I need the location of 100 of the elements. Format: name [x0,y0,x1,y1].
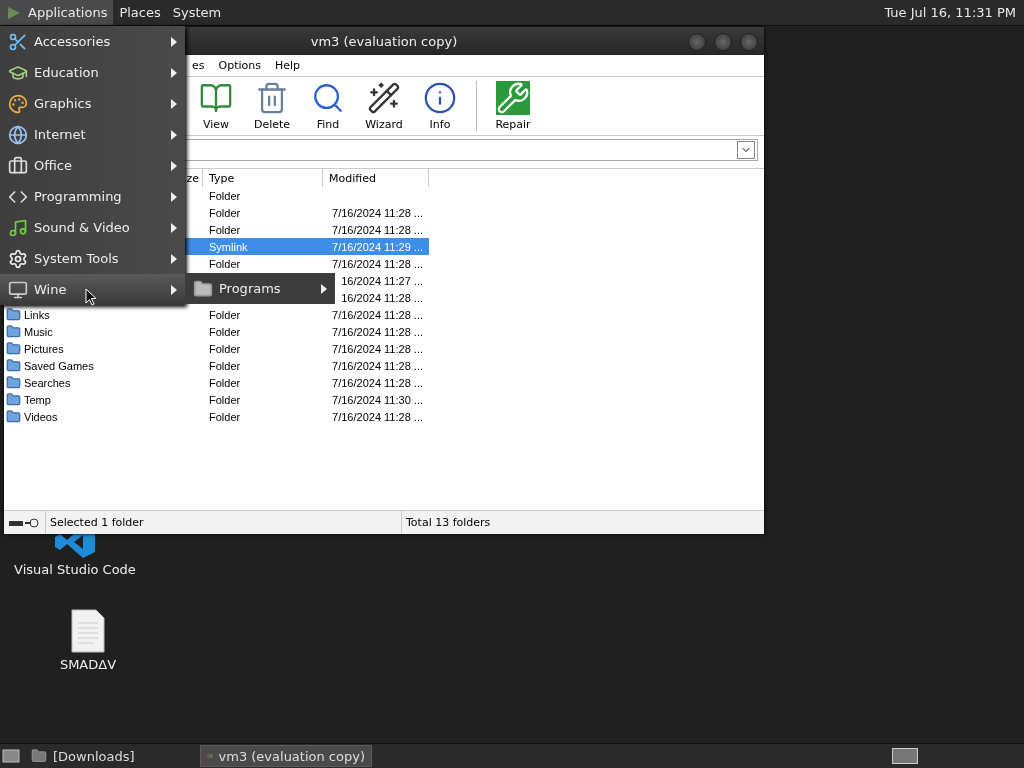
file-type: Folder [209,308,241,321]
menu-item[interactable]: Education [0,57,185,88]
modified-date: 7/16/2024 11:28 ... [332,206,423,219]
file-type: Symlink [209,240,248,253]
file-type: Folder [209,359,241,372]
show-desktop-icon[interactable] [2,748,20,764]
desktop-icon-label[interactable]: SMADΔV [59,657,117,672]
folder-icon [31,748,47,764]
modified-date: 7/16/2024 11:28 ... [332,376,423,389]
file-type: Folder [209,410,241,423]
toolbar-button[interactable]: Delete [246,81,298,131]
file-row[interactable]: Videos Folder 7/16/2024 11:28 ... [4,408,429,425]
status-text: Selected 1 folder [50,516,144,529]
menu-item[interactable]: Accessories [0,26,185,57]
panel-menu[interactable]: System [166,0,228,25]
scissors-icon [8,31,28,52]
briefcase-icon [8,155,28,176]
window-title: vm3 (evaluation copy) [310,33,458,49]
folder-icon [6,307,21,322]
file-row[interactable]: Links Folder 7/16/2024 11:28 ... [4,306,429,323]
submenu-arrow-icon [171,191,177,202]
modified-date: 7/16/2024 11:30 ... [332,393,423,406]
file-row[interactable]: Music Folder 7/16/2024 11:28 ... [4,323,429,340]
info-icon [423,81,457,115]
menu-item[interactable]: es [192,59,205,72]
submenu-arrow-icon [171,284,177,295]
column-header[interactable]: Type [203,169,323,187]
modified-date: 7/16/2024 11:28 ... [332,223,423,236]
taskbar-button[interactable]: [Downloads] [24,745,196,767]
panel-menu[interactable]: Places [113,0,167,25]
window-control-button[interactable] [740,33,758,51]
file-name: Pictures [24,342,64,355]
modified-date: 7/16/2024 11:28 ... [332,308,423,321]
file-type: Folder [209,325,241,338]
desktop-icon-label[interactable]: Visual Studio Code [14,562,136,577]
clock[interactable]: Tue Jul 16, 11:31 PM [876,5,1024,20]
folder-icon [6,324,21,339]
submenu-arrow-icon [171,129,177,140]
palette-icon [8,93,28,114]
toolbar-button[interactable]: Wizard [358,81,410,131]
file-row[interactable]: Searches Folder 7/16/2024 11:28 ... [4,374,429,391]
submenu-arrow-icon [321,283,327,294]
document-icon [70,609,106,653]
menu-item[interactable]: Options [218,59,261,72]
submenu-arrow-icon [171,253,177,264]
toolbar-button[interactable]: Info [414,81,466,131]
column-header[interactable]: Modified [323,169,429,187]
modified-date: 7/16/2024 11:28 ... [332,410,423,423]
menu-item[interactable]: Internet [0,119,185,150]
modified-date: 7/16/2024 11:28 ... [332,257,423,270]
file-type: Folder [209,223,241,236]
menu-item[interactable]: Help [274,59,301,72]
submenu-arrow-icon [171,36,177,47]
file-row[interactable]: Temp Folder 7/16/2024 11:30 ... [4,391,429,408]
folder-icon [6,409,21,424]
toolbar-button[interactable]: View [190,81,242,131]
folder-icon [6,392,21,407]
mouse-pointer-icon [85,288,97,306]
globe-icon [8,124,28,145]
toolbar-button[interactable]: Find [302,81,354,131]
menu-item[interactable]: Graphics [0,88,185,119]
menu-item[interactable]: Wine [0,274,185,305]
file-name: Links [24,308,50,321]
file-name: Searches [24,376,71,389]
file-type: Folder [209,376,241,389]
file-type: Folder [209,257,241,270]
drive-icon [8,517,42,528]
gear-icon [8,248,28,269]
folder-icon [6,341,21,356]
modified-date: 7/16/2024 11:28 ... [332,359,423,372]
file-name: Saved Games [24,359,94,372]
file-name: Music [24,325,53,338]
foot-logo-icon [6,4,22,21]
submenu-arrow-icon [171,67,177,78]
file-type: Folder [209,393,241,406]
file-name: Videos [24,410,58,423]
folder-icon [6,375,21,390]
search-icon [311,81,345,115]
panel-menu[interactable]: Applications [0,0,114,25]
dropdown-button[interactable] [737,141,755,159]
folder-icon [6,358,21,373]
file-name: Temp [24,393,51,406]
modified-date: 7/16/2024 11:28 ... [332,342,423,355]
toolbar-button[interactable]: Repair [487,81,539,131]
window-control-button[interactable] [688,33,706,51]
modified-date: 7/16/2024 11:28 ... [332,325,423,338]
submenu-arrow-icon [171,160,177,171]
taskbar-button[interactable]: vm3 (evaluation copy) [200,745,372,767]
menu-item[interactable]: Programming [0,181,185,212]
wrench-icon [496,81,530,115]
workspace-switcher[interactable] [892,748,918,764]
submenu-arrow-icon [171,98,177,109]
file-type: Folder [209,206,241,219]
music-icon [8,217,28,238]
status-text: Total 13 folders [406,516,491,529]
file-row[interactable]: Pictures Folder 7/16/2024 11:28 ... [4,340,429,357]
file-row[interactable]: Saved Games Folder 7/16/2024 11:28 ... [4,357,429,374]
menu-item[interactable]: Office [0,150,185,181]
menu-item[interactable]: Programs [185,273,335,304]
window-control-button[interactable] [714,33,732,51]
